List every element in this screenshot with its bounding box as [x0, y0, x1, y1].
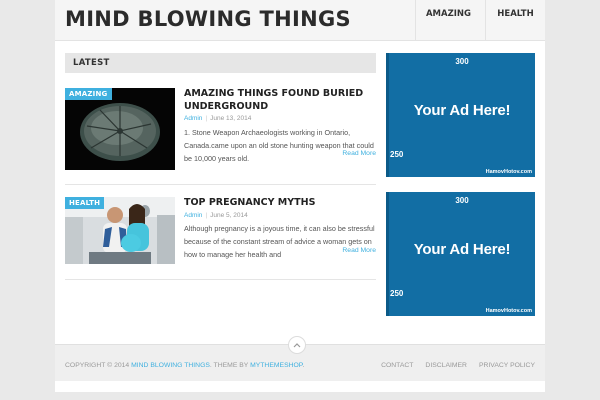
ad-height-label: 250 [390, 289, 404, 298]
footer-link-disclaimer[interactable]: DISCLAIMER [425, 362, 467, 369]
category-tag[interactable]: HEALTH [65, 197, 105, 209]
main-nav: AMAZING HEALTH [414, 0, 545, 40]
post-title[interactable]: TOP PREGNANCY MYTHS [184, 197, 374, 210]
theme-text: . THEME BY [209, 362, 249, 369]
copyright-site-link[interactable]: MIND BLOWING THINGS [131, 362, 210, 369]
footer-period: . [302, 362, 305, 369]
copyright-prefix: COPYRIGHT © 2014 [65, 362, 130, 369]
post-meta: Admin | June 5, 2014 [184, 212, 248, 219]
site-title[interactable]: MIND BLOWING THINGS [65, 7, 351, 31]
footer-link-privacy-policy[interactable]: PRIVACY POLICY [479, 362, 535, 369]
post-item: AMAZING AMAZING THINGS FOUND BURIED UNDE… [65, 88, 376, 185]
category-tag[interactable]: AMAZING [65, 88, 112, 100]
post-author[interactable]: Admin [184, 212, 202, 219]
post-title[interactable]: AMAZING THINGS FOUND BURIED UNDERGROUND [184, 88, 374, 113]
post-excerpt: 1. Stone Weapon Archaeologists working i… [184, 128, 374, 163]
site-header: MIND BLOWING THINGS AMAZING HEALTH [55, 0, 545, 41]
theme-author-link[interactable]: MYTHEMESHOP [250, 362, 302, 369]
meta-separator: | [205, 212, 208, 219]
post-author[interactable]: Admin [184, 115, 202, 122]
scroll-to-top-button[interactable] [288, 336, 306, 354]
ad-site-label: HamovHotov.com [485, 169, 532, 175]
read-more-link[interactable]: Read More [342, 247, 376, 254]
nav-item-health[interactable]: HEALTH [485, 0, 545, 40]
ad-headline: Your Ad Here! [413, 102, 511, 119]
ad-headline: Your Ad Here! [413, 241, 511, 258]
footer-nav: CONTACT DISCLAIMER PRIVACY POLICY [381, 362, 535, 369]
post-thumbnail[interactable]: AMAZING [65, 88, 175, 170]
ad-width-label: 300 [455, 196, 469, 205]
post-item: HEALTH TOP PREGNANCY MYTHS Admin | June 5,… [65, 197, 376, 280]
post-meta: Admin | June 13, 2014 [184, 115, 251, 122]
latest-section-header: LATEST [65, 53, 376, 73]
nav-item-amazing[interactable]: AMAZING [414, 0, 485, 40]
read-more-link[interactable]: Read More [342, 150, 376, 157]
post-date: June 5, 2014 [210, 212, 248, 219]
post-excerpt: Although pregnancy is a joyous time, it … [184, 224, 375, 259]
sidebar-ad-banner[interactable]: 300 Your Ad Here! 250 HamovHotov.com [386, 53, 535, 177]
latest-label: LATEST [73, 58, 110, 68]
footer-copyright: COPYRIGHT © 2014 MIND BLOWING THINGS. TH… [65, 362, 304, 369]
footer-link-contact[interactable]: CONTACT [381, 362, 413, 369]
chevron-up-icon [293, 343, 301, 348]
post-thumbnail[interactable]: HEALTH [65, 197, 175, 264]
ad-height-label: 250 [390, 150, 404, 159]
post-date: June 13, 2014 [210, 115, 252, 122]
stone-weapon-image [65, 88, 175, 170]
meta-separator: | [205, 115, 208, 122]
site-footer: COPYRIGHT © 2014 MIND BLOWING THINGS. TH… [55, 336, 545, 381]
ad-width-label: 300 [455, 57, 469, 66]
page-container: MIND BLOWING THINGS AMAZING HEALTH LATES… [55, 0, 545, 392]
ad-site-label: HamovHotov.com [485, 308, 532, 314]
sidebar-ad-banner[interactable]: 300 Your Ad Here! 250 HamovHotov.com [386, 192, 535, 316]
